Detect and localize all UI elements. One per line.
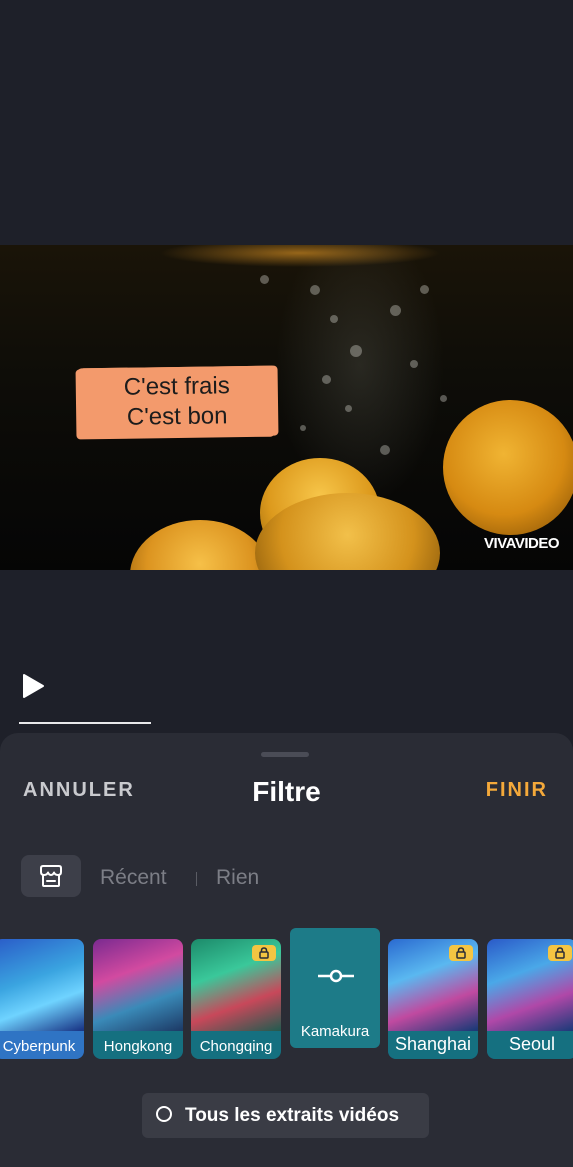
lock-badge <box>252 945 276 961</box>
lock-icon <box>555 947 565 959</box>
orange-fruit <box>443 400 573 535</box>
lock-icon <box>456 947 466 959</box>
video-preview[interactable]: C'est frais C'est bon VIVAVIDEO <box>0 245 573 570</box>
caption-line-1: C'est frais <box>123 372 230 401</box>
filter-store-button[interactable] <box>21 855 81 897</box>
filter-kamakura-selected[interactable]: Kamakura <box>290 928 380 1048</box>
slider-adjust-icon <box>318 969 354 983</box>
player-controls <box>0 570 573 735</box>
progress-bar[interactable] <box>19 722 151 724</box>
apply-to-all-clips-label: Tous les extraits vidéos <box>185 1105 400 1126</box>
lock-badge <box>449 945 473 961</box>
watermark: VIVAVIDEO <box>484 535 559 552</box>
bubble <box>330 315 338 323</box>
text-sticker[interactable]: C'est frais C'est bon <box>77 365 277 439</box>
bubble <box>380 445 390 455</box>
bubble <box>390 305 401 316</box>
orange-fruit <box>130 520 270 570</box>
filter-seoul[interactable]: Seoul <box>487 939 573 1059</box>
play-button[interactable] <box>20 673 46 699</box>
filter-hongkong[interactable]: Hongkong <box>93 939 183 1059</box>
bubble <box>345 405 352 412</box>
store-icon <box>40 865 62 887</box>
filter-label: Shanghai <box>394 1034 472 1054</box>
filter-label: Cyberpunk <box>2 1038 76 1055</box>
finish-button[interactable]: FINIR <box>486 779 548 802</box>
filter-label: Seoul <box>508 1034 556 1054</box>
tab-divider <box>196 872 197 886</box>
bubble <box>260 275 269 284</box>
filter-shanghai[interactable]: Shanghai <box>388 939 478 1059</box>
bubble <box>440 395 447 402</box>
lock-icon <box>259 947 269 959</box>
bubble <box>420 285 429 294</box>
filter-cyberpunk[interactable]: Cyberpunk <box>0 939 84 1059</box>
filter-label: Chongqing <box>199 1038 273 1055</box>
drag-handle[interactable] <box>261 752 309 757</box>
filter-label: Hongkong <box>103 1038 173 1055</box>
lock-badge <box>548 945 572 961</box>
bubble <box>300 425 306 431</box>
filter-sheet: ANNULER Filtre FINIR Récent Rien Cyberpu… <box>0 733 573 1167</box>
tab-none[interactable]: Rien <box>216 866 259 890</box>
preview-top-area <box>0 0 573 245</box>
bubble <box>322 375 331 384</box>
bubble <box>410 360 418 368</box>
caption-line-2: C'est bon <box>126 402 228 431</box>
play-icon <box>23 674 44 698</box>
bubble <box>350 345 362 357</box>
filter-chongqing[interactable]: Chongqing <box>191 939 281 1059</box>
radio-circle-icon[interactable] <box>156 1106 172 1122</box>
apply-to-all-clips-button[interactable]: Tous les extraits vidéos <box>142 1093 429 1138</box>
tab-recent[interactable]: Récent <box>100 866 167 890</box>
filter-label: Kamakura <box>300 1023 370 1040</box>
bubble <box>310 285 320 295</box>
